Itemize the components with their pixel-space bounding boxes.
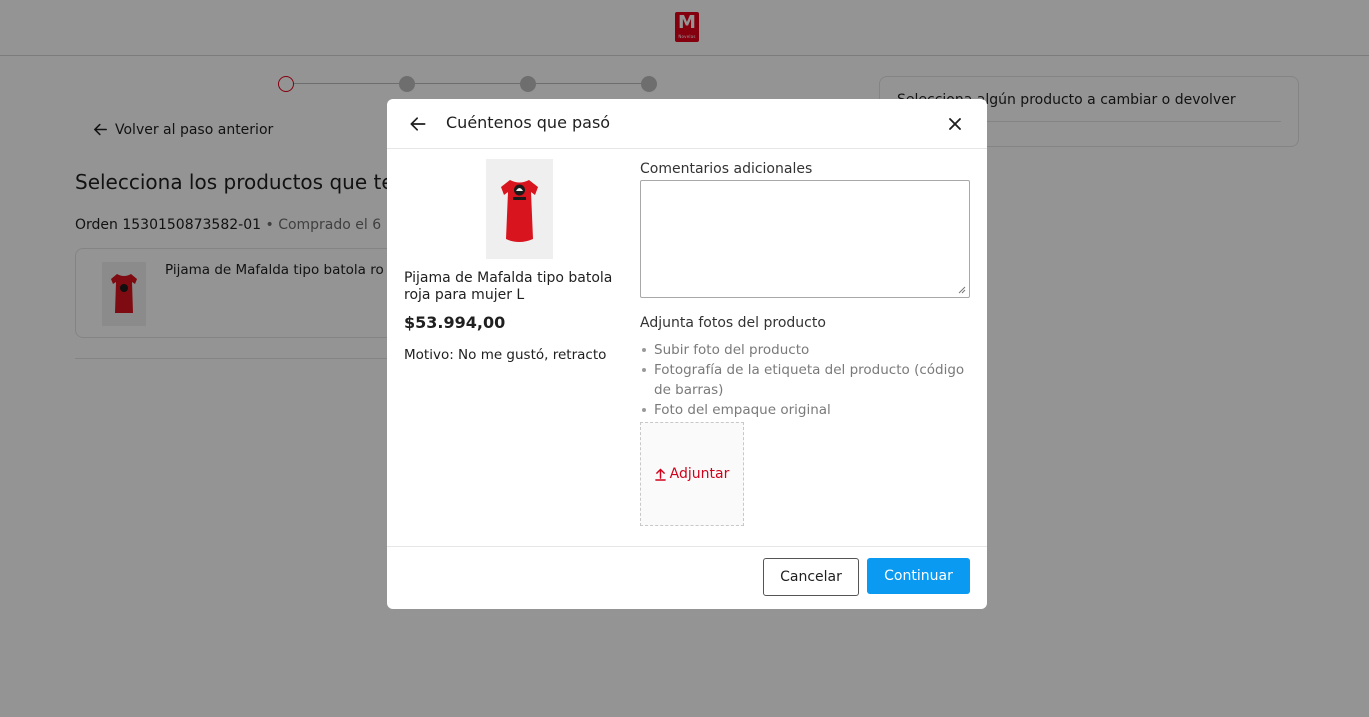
cancel-button[interactable]: Cancelar [763, 558, 859, 596]
photos-label: Adjunta fotos del producto [640, 315, 826, 331]
close-icon[interactable] [945, 114, 965, 134]
red-shirt-image [501, 180, 538, 242]
comments-textarea[interactable] [640, 180, 970, 298]
list-item: Foto del empaque original [640, 400, 970, 420]
modal-title: Cuéntenos que pasó [446, 113, 611, 132]
return-reason: Motivo: No me gustó, retracto [404, 347, 607, 363]
reason-modal: Cuéntenos que pasó Pijama de Mafalda tip… [387, 99, 987, 609]
continue-button[interactable]: Continuar [867, 558, 970, 594]
modal-header: Cuéntenos que pasó [387, 99, 987, 149]
modal-product-image [486, 159, 553, 259]
list-item: Subir foto del producto [640, 340, 970, 360]
photo-requirements-list: Subir foto del producto Fotografía de la… [640, 340, 970, 420]
modal-product-name: Pijama de Mafalda tipo batola roja para … [404, 270, 613, 303]
arrow-left-icon[interactable] [408, 114, 428, 134]
list-item: Fotografía de la etiqueta del producto (… [640, 360, 970, 400]
modal-product-price: $53.994,00 [404, 313, 506, 332]
modal-footer: Cancelar Continuar [387, 546, 987, 609]
comments-label: Comentarios adicionales [640, 161, 813, 177]
attach-photo-button[interactable]: Adjuntar [640, 422, 744, 526]
attach-label: Adjuntar [669, 466, 730, 482]
upload-icon [654, 468, 666, 481]
resize-grip-icon[interactable] [957, 285, 966, 294]
